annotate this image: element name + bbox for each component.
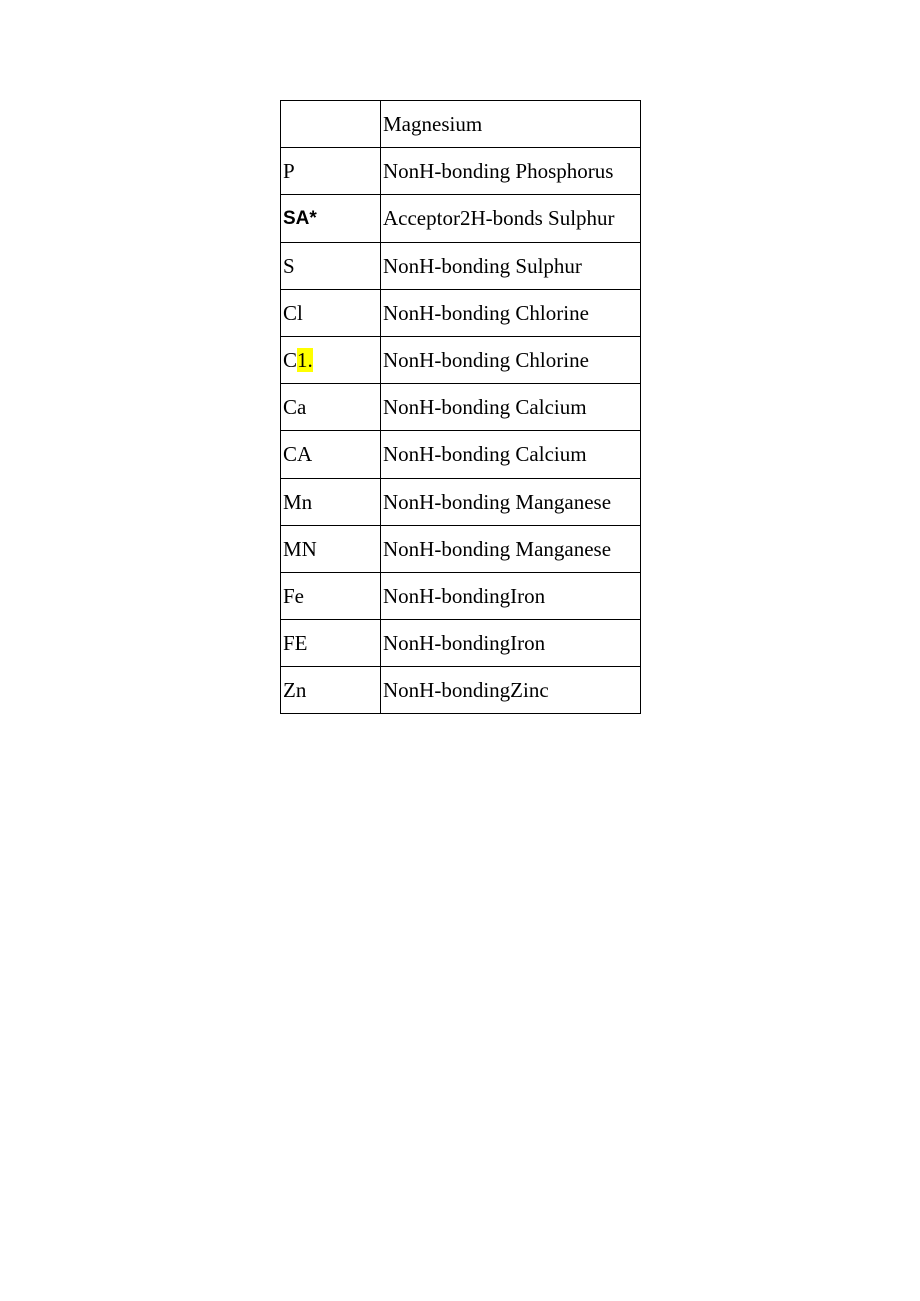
code-text: Ca — [283, 395, 306, 419]
desc-cell: NonH-bonding Calcium — [381, 384, 641, 431]
desc-cell: Acceptor2H-bonds Sulphur — [381, 195, 641, 242]
code-cell: Cl — [281, 289, 381, 336]
table-row: Fe NonH-bondingIron — [281, 572, 641, 619]
code-text: MN — [283, 537, 317, 561]
code-cell: Mn — [281, 478, 381, 525]
table-row: Ca NonH-bonding Calcium — [281, 384, 641, 431]
code-cell: SA* — [281, 195, 381, 242]
desc-cell: NonH-bondingIron — [381, 572, 641, 619]
page: Magnesium P NonH-bonding Phosphorus SA* … — [0, 0, 920, 1301]
desc-cell: NonH-bondingZinc — [381, 667, 641, 714]
desc-cell: NonH-bonding Chlorine — [381, 289, 641, 336]
table-row: S NonH-bonding Sulphur — [281, 242, 641, 289]
code-cell: Ca — [281, 384, 381, 431]
desc-cell: NonH-bonding Chlorine — [381, 336, 641, 383]
desc-cell: NonH-bonding Manganese — [381, 525, 641, 572]
table-row: MN NonH-bonding Manganese — [281, 525, 641, 572]
code-text: Mn — [283, 490, 312, 514]
table-row: Zn NonH-bondingZinc — [281, 667, 641, 714]
code-cell — [281, 101, 381, 148]
code-text: FE — [283, 631, 308, 655]
table-row: Mn NonH-bonding Manganese — [281, 478, 641, 525]
table-row: Cl NonH-bonding Chlorine — [281, 289, 641, 336]
table-row: P NonH-bonding Phosphorus — [281, 148, 641, 195]
code-cell: MN — [281, 525, 381, 572]
table-row: SA* Acceptor2H-bonds Sulphur — [281, 195, 641, 242]
code-cell: P — [281, 148, 381, 195]
desc-cell: NonH-bondingIron — [381, 620, 641, 667]
code-text: S — [283, 254, 295, 278]
code-cell: FE — [281, 620, 381, 667]
code-text: CA — [283, 442, 312, 466]
code-text: SA* — [283, 208, 317, 229]
code-cell: Fe — [281, 572, 381, 619]
code-text: Cl — [283, 301, 303, 325]
code-cell: S — [281, 242, 381, 289]
code-highlight: 1. — [297, 348, 313, 372]
desc-cell: NonH-bonding Sulphur — [381, 242, 641, 289]
code-text: P — [283, 159, 295, 183]
desc-cell: NonH-bonding Manganese — [381, 478, 641, 525]
code-text: C — [283, 348, 297, 372]
table-row: FE NonH-bondingIron — [281, 620, 641, 667]
desc-cell: Magnesium — [381, 101, 641, 148]
desc-cell: NonH-bonding Calcium — [381, 431, 641, 478]
code-text: Fe — [283, 584, 304, 608]
code-text: Zn — [283, 678, 306, 702]
code-cell: Zn — [281, 667, 381, 714]
table-row: CA NonH-bonding Calcium — [281, 431, 641, 478]
atom-type-table: Magnesium P NonH-bonding Phosphorus SA* … — [280, 100, 641, 714]
table-row: Magnesium — [281, 101, 641, 148]
code-cell: C1. — [281, 336, 381, 383]
code-cell: CA — [281, 431, 381, 478]
table-row: C1. NonH-bonding Chlorine — [281, 336, 641, 383]
desc-cell: NonH-bonding Phosphorus — [381, 148, 641, 195]
